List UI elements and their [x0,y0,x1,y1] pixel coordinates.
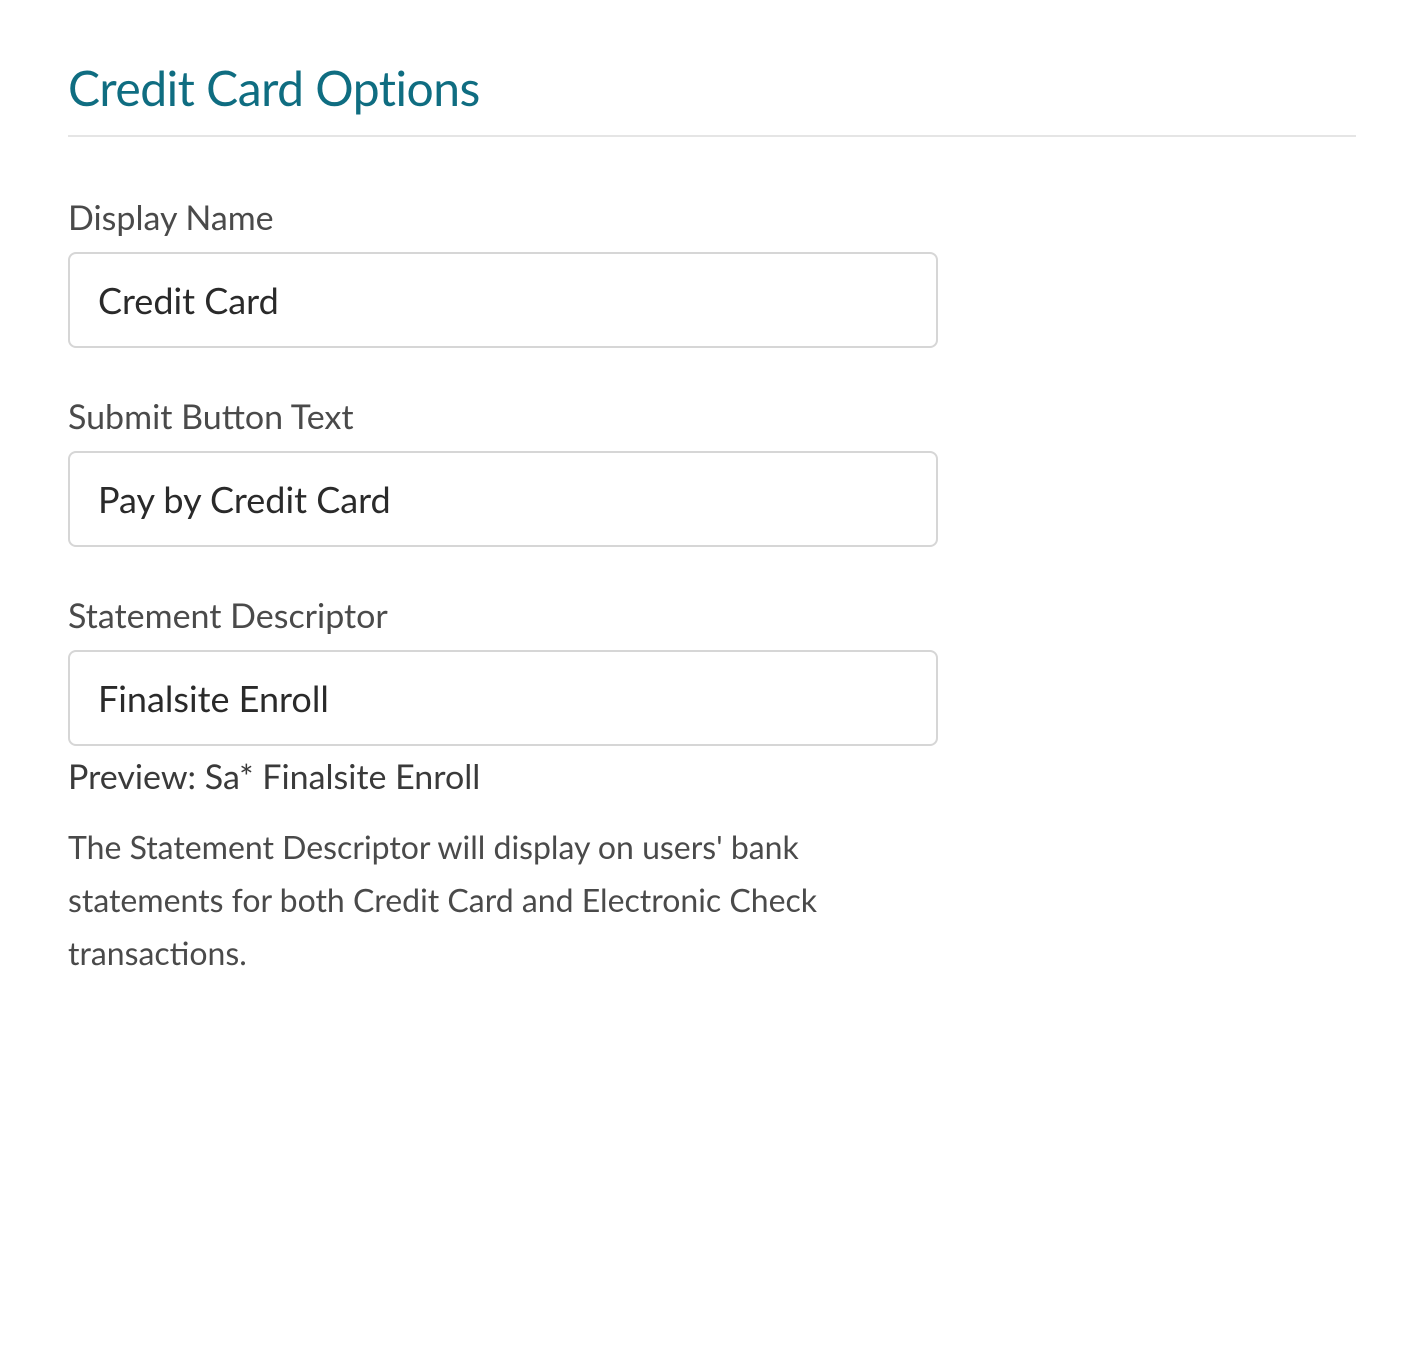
display-name-input[interactable] [68,252,938,348]
statement-descriptor-preview: Preview: Sa* Finalsite Enroll [68,756,1356,797]
display-name-label: Display Name [68,197,1356,238]
statement-descriptor-label: Statement Descriptor [68,595,1356,636]
display-name-group: Display Name [68,197,1356,348]
section-title: Credit Card Options [68,60,1356,137]
submit-button-text-label: Submit Button Text [68,396,1356,437]
submit-button-text-input[interactable] [68,451,938,547]
statement-descriptor-input[interactable] [68,650,938,746]
statement-descriptor-group: Statement Descriptor Preview: Sa* Finals… [68,595,1356,979]
submit-button-text-group: Submit Button Text [68,396,1356,547]
statement-descriptor-help: The Statement Descriptor will display on… [68,821,948,979]
